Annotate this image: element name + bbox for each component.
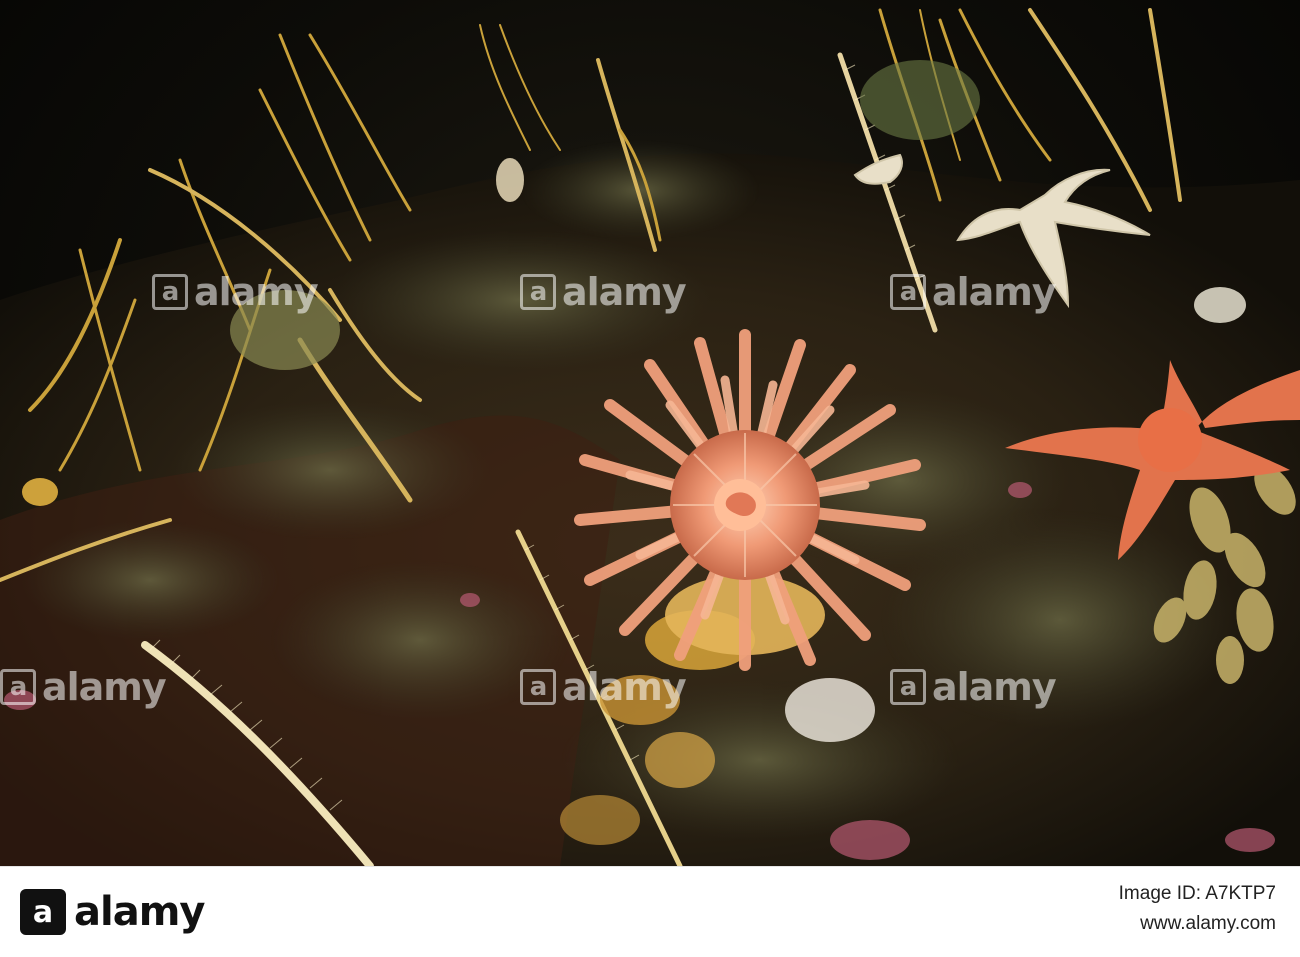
site-url[interactable]: www.alamy.com <box>1119 909 1276 939</box>
alamy-logo-text: alamy <box>74 889 205 935</box>
alamy-logo[interactable]: a alamy <box>20 885 205 939</box>
image-id: Image ID: A7KTP7 <box>1118 883 1276 904</box>
footer-bar: a alamy Image ID: A7KTP7 www.alamy.com <box>0 866 1300 957</box>
alamy-logo-icon: a <box>20 889 66 935</box>
underwater-scene <box>0 8 1300 866</box>
photo: a alamy a alamy a alamy a alamy a alamy … <box>0 0 1300 866</box>
image-meta: Image ID: A7KTP7 www.alamy.com <box>1119 879 1276 939</box>
